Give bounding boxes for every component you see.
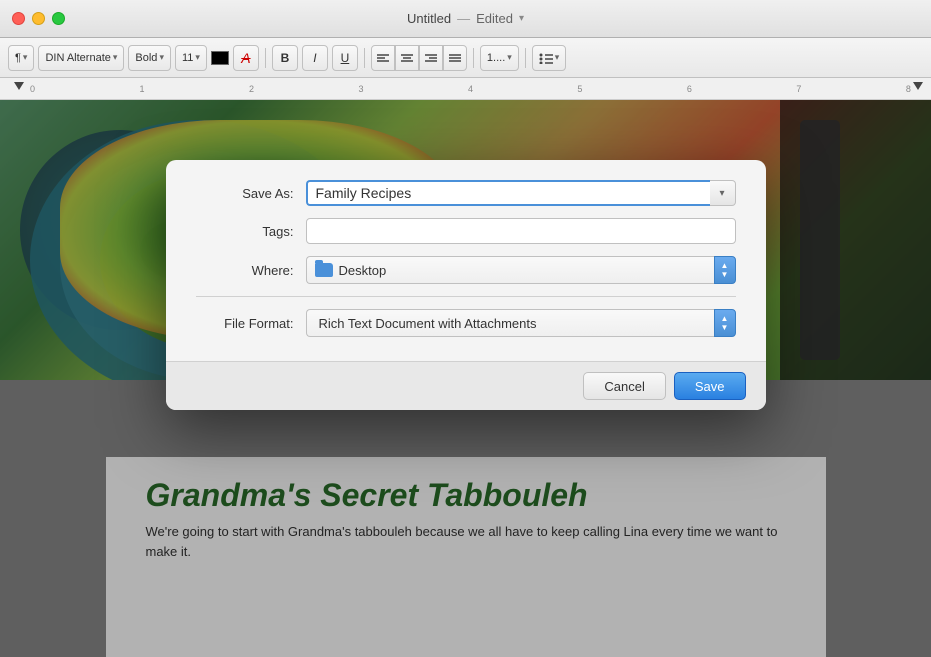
list-style-label: 1.... (487, 52, 505, 64)
align-right-button[interactable] (419, 45, 443, 71)
title-chevron-icon[interactable]: ▾ (519, 13, 524, 24)
paragraph-icon: ¶ (15, 52, 21, 64)
toolbar: ¶ ▾ DIN Alternate ▾ Bold ▾ 11 ▾ A B I U (0, 38, 931, 78)
align-left-button[interactable] (371, 45, 395, 71)
ruler-marks: 012345678 (30, 84, 911, 94)
align-group (371, 45, 467, 71)
dialog-content: Save As: ▾ Tags: Where: (166, 160, 766, 361)
edited-label: Edited (476, 11, 513, 26)
ruler-indent-left[interactable] (14, 82, 24, 90)
close-button[interactable] (12, 12, 25, 25)
file-format-stepper-down-icon: ▼ (721, 324, 729, 332)
save-name-wrapper: ▾ (306, 180, 736, 206)
where-label: Where: (196, 263, 306, 278)
font-size-chevron-icon: ▾ (195, 52, 200, 63)
modal-overlay: Save As: ▾ Tags: Where: (0, 100, 931, 657)
folder-icon (315, 263, 333, 277)
align-justify-button[interactable] (443, 45, 467, 71)
list-style-chevron-icon: ▾ (507, 52, 512, 63)
ruler-indent-right[interactable] (913, 82, 923, 90)
dialog-divider (196, 296, 736, 297)
bold-button[interactable]: B (272, 45, 298, 71)
document-area: Grandma's Secret Tabbouleh We're going t… (0, 100, 931, 657)
bullets-select[interactable]: ▾ (532, 45, 567, 71)
italic-button[interactable]: I (302, 45, 328, 71)
font-family-select[interactable]: DIN Alternate ▾ (38, 45, 124, 71)
tags-row: Tags: (196, 218, 736, 244)
maximize-button[interactable] (52, 12, 65, 25)
window-controls (12, 12, 65, 25)
tags-label: Tags: (196, 224, 306, 239)
font-style-chevron-icon: ▾ (159, 52, 164, 63)
toolbar-separator-3 (473, 48, 474, 68)
untitled-label: Untitled (407, 11, 451, 26)
font-size-select[interactable]: 11 ▾ (175, 45, 207, 71)
file-format-label: File Format: (196, 316, 306, 331)
underline-button[interactable]: U (332, 45, 358, 71)
where-row: Where: Desktop ▲ ▼ (196, 256, 736, 284)
window-title: Untitled — Edited ▾ (407, 11, 524, 26)
save-as-label: Save As: (196, 186, 306, 201)
save-as-dropdown-button[interactable]: ▾ (710, 180, 736, 206)
bullets-icon (539, 52, 553, 64)
bold-label: B (281, 51, 290, 65)
italic-label: I (313, 51, 316, 65)
dialog-footer: Cancel Save (166, 361, 766, 410)
save-as-row: Save As: ▾ (196, 180, 736, 206)
title-separator: — (457, 11, 470, 26)
file-format-stepper[interactable]: ▲ ▼ (714, 309, 736, 337)
ruler: 012345678 (0, 78, 931, 100)
where-stepper[interactable]: ▲ ▼ (714, 256, 736, 284)
where-select[interactable]: Desktop (306, 256, 714, 284)
save-button[interactable]: Save (674, 372, 746, 400)
bullets-chevron-icon: ▾ (555, 52, 560, 63)
file-format-select[interactable]: Rich Text Document with Attachments (306, 309, 714, 337)
where-select-wrapper: Desktop ▲ ▼ (306, 256, 736, 284)
file-format-select-wrapper: Rich Text Document with Attachments ▲ ▼ (306, 309, 736, 337)
toolbar-separator-1 (265, 48, 266, 68)
file-format-value: Rich Text Document with Attachments (319, 316, 537, 331)
list-style-select[interactable]: 1.... ▾ (480, 45, 519, 71)
strikethrough-button[interactable]: A (233, 45, 259, 71)
save-dialog: Save As: ▾ Tags: Where: (166, 160, 766, 410)
font-style-select[interactable]: Bold ▾ (128, 45, 171, 71)
underline-label: U (341, 51, 350, 65)
paragraph-button[interactable]: ¶ ▾ (8, 45, 34, 71)
toolbar-separator-2 (364, 48, 365, 68)
font-size-label: 11 (182, 52, 193, 64)
title-bar: Untitled — Edited ▾ (0, 0, 931, 38)
where-value: Desktop (339, 263, 387, 278)
font-family-label: DIN Alternate (45, 52, 110, 64)
color-swatch[interactable] (211, 51, 229, 65)
minimize-button[interactable] (32, 12, 45, 25)
save-as-input[interactable] (306, 180, 710, 206)
cancel-button[interactable]: Cancel (583, 372, 665, 400)
stepper-up-icon: ▲ (721, 262, 729, 270)
align-center-button[interactable] (395, 45, 419, 71)
file-format-row: File Format: Rich Text Document with Att… (196, 309, 736, 337)
tags-input[interactable] (306, 218, 736, 244)
font-family-chevron-icon: ▾ (113, 52, 118, 63)
paragraph-chevron-icon: ▾ (23, 52, 28, 63)
toolbar-separator-4 (525, 48, 526, 68)
file-format-stepper-up-icon: ▲ (721, 315, 729, 323)
font-style-label: Bold (135, 52, 157, 64)
stepper-down-icon: ▼ (721, 271, 729, 279)
